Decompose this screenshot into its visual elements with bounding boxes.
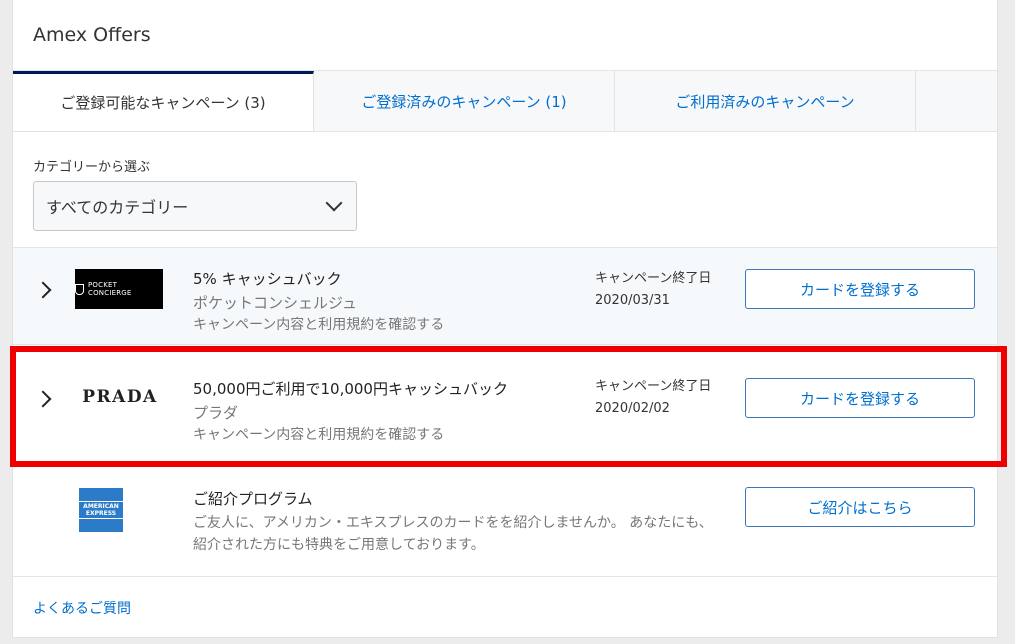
referral-button[interactable]: ご紹介はこちら (745, 487, 975, 527)
tab-used[interactable]: ご利用済みのキャンペーン (615, 71, 916, 131)
chevron-right-icon[interactable] (34, 281, 52, 299)
category-filter-label: カテゴリーから選ぶ (33, 160, 151, 175)
category-select[interactable]: すべてのカテゴリー (33, 181, 357, 231)
offer-end-date: 2020/03/31 (595, 293, 670, 308)
amex-logo-text: AMERICAN EXPRESS (79, 501, 123, 519)
offer-end-date: 2020/02/02 (595, 401, 670, 416)
offer-end: キャンペーン終了日 2020/03/31 (595, 268, 711, 312)
pocket-concierge-logo: POCKET CONCIERGE (75, 269, 163, 309)
offer-end-label: キャンペーン終了日 (595, 379, 712, 394)
category-filter: カテゴリーから選ぶ すべてのカテゴリー (13, 132, 997, 248)
chevron-down-icon (325, 194, 343, 212)
amex-offers-panel: Amex Offers ご登録可能なキャンペーン (3) ご登録済みのキャンペー… (12, 0, 998, 638)
register-card-button[interactable]: カードを登録する (745, 378, 975, 418)
category-select-value: すべてのカテゴリー (46, 198, 189, 217)
tab-available[interactable]: ご登録可能なキャンペーン (3) (13, 71, 314, 131)
amex-logo: AMERICAN EXPRESS (79, 488, 123, 532)
offer-terms-link[interactable]: キャンペーン内容と利用規約を確認する (193, 424, 508, 446)
offer-merchant: ポケットコンシェルジュ (193, 294, 357, 312)
offer-title: 50,000円ご利用で10,000円キャッシュバック (193, 380, 508, 398)
register-card-button[interactable]: カードを登録する (745, 269, 975, 309)
pocket-concierge-logo-text: POCKET CONCIERGE (88, 281, 132, 297)
referral-title: ご紹介プログラム (193, 490, 313, 508)
page-title: Amex Offers (13, 0, 997, 71)
faq-link[interactable]: よくあるご質問 (33, 598, 131, 618)
tab-spacer (916, 71, 996, 131)
offer-texts: 50,000円ご利用で10,000円キャッシュバック プラダ キャンペーン内容と… (193, 378, 508, 446)
referral-row: AMERICAN EXPRESS ご紹介プログラム ご友人に、アメリカン・エキス… (13, 470, 997, 577)
shield-icon (75, 283, 84, 295)
referral-texts: ご紹介プログラム ご友人に、アメリカン・エキスプレスのカードをを紹介しませんか。… (193, 488, 723, 556)
offer-texts: 5% キャッシュバック ポケットコンシェルジュ キャンペーン内容と利用規約を確認… (193, 268, 444, 336)
offer-end-label: キャンペーン終了日 (595, 271, 712, 286)
tab-registered[interactable]: ご登録済みのキャンペーン (1) (314, 71, 615, 131)
chevron-right-icon[interactable] (34, 390, 52, 408)
offer-row: PRADA 50,000円ご利用で10,000円キャッシュバック プラダ キャン… (13, 348, 997, 460)
tab-bar: ご登録可能なキャンペーン (3) ご登録済みのキャンペーン (1) ご利用済みの… (13, 71, 997, 132)
prada-logo: PRADA (82, 387, 158, 407)
offer-terms-link[interactable]: キャンペーン内容と利用規約を確認する (193, 314, 444, 336)
offer-merchant: プラダ (193, 404, 239, 422)
offer-end: キャンペーン終了日 2020/02/02 (595, 376, 711, 420)
offer-row: POCKET CONCIERGE 5% キャッシュバック ポケットコンシェルジュ… (13, 248, 997, 345)
referral-description: ご友人に、アメリカン・エキスプレスのカードをを紹介しませんか。 あなたにも、紹介… (193, 515, 713, 553)
offer-title: 5% キャッシュバック (193, 270, 342, 288)
